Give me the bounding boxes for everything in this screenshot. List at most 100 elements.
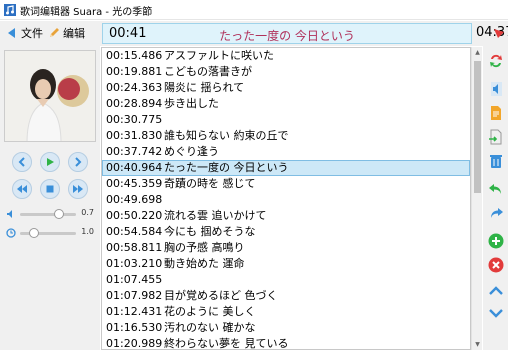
lyric-row[interactable]: 00:28.894 歩き出した (102, 96, 470, 112)
lyric-timestamp: 00:40.964 (106, 161, 163, 174)
lyric-timestamp: 00:54.584 (106, 225, 163, 238)
lyric-row-selected[interactable]: 00:40.964 たった一度の 今日という (102, 160, 470, 176)
swap-arrows-icon (490, 54, 502, 68)
lyric-row[interactable]: 00:54.584 今にも 掴めそうな (102, 224, 470, 240)
lyric-timestamp: 00:50.220 (106, 209, 163, 222)
lyric-text: たった一度の 今日という (164, 161, 289, 174)
close-circle-icon (488, 257, 504, 273)
volume-slider[interactable] (20, 213, 76, 216)
file-menu-label: 文件 (21, 27, 43, 40)
lyric-text: めぐり逢う (164, 145, 219, 158)
lyric-text: こどもの落書きが (164, 65, 252, 78)
document-icon (491, 106, 501, 120)
stop-icon (46, 185, 54, 193)
next-line-button[interactable] (68, 152, 88, 172)
move-up-button[interactable] (487, 282, 505, 300)
trash-icon (490, 155, 502, 168)
lyric-row[interactable]: 01:03.210 動き始めた 運命 (102, 256, 470, 272)
red-flag-icon[interactable] (492, 26, 506, 40)
lyric-text: 流れる雲 追いかけて (164, 209, 267, 222)
toolbar: 文件 编辑 たった一度の 今日という 00:41 04:37 (0, 21, 508, 46)
previous-line-button[interactable] (12, 152, 32, 172)
lyrics-scrollbar[interactable]: ▲ ▼ (471, 47, 482, 350)
lyric-text: 陽炎に 揺られて (164, 81, 245, 94)
speaker-icon (7, 210, 12, 218)
lyric-row[interactable]: 00:31.830 誰も知らない 約束の丘で (102, 128, 470, 144)
scroll-up-arrow-icon[interactable]: ▲ (472, 47, 483, 58)
lyric-row[interactable]: 00:19.881 こどもの落書きが (102, 64, 470, 80)
lyric-row[interactable]: 00:37.742 めぐり逢う (102, 144, 470, 160)
sync-button[interactable] (487, 52, 505, 70)
lyric-row[interactable]: 00:30.775 (102, 112, 470, 128)
lyric-row[interactable]: 00:58.811 胸の予感 高鳴り (102, 240, 470, 256)
lyric-timestamp: 01:20.989 (106, 337, 163, 350)
chevron-right-icon (75, 157, 82, 167)
lyric-row[interactable]: 01:20.989 終わらない夢を 見ている (102, 336, 470, 350)
insert-time-button[interactable] (487, 80, 505, 98)
lyric-text: 動き始めた 運命 (164, 257, 245, 270)
scroll-down-arrow-icon[interactable]: ▼ (472, 339, 483, 350)
album-art-image (5, 51, 95, 141)
lyric-timestamp: 01:03.210 (106, 257, 163, 270)
lyrics-list[interactable]: 00:15.486 アスファルトに咲いた 00:19.881 こどもの落書きが 00:2… (101, 47, 471, 350)
redo-button[interactable] (487, 204, 505, 222)
fast-forward-button[interactable] (68, 179, 88, 199)
lyric-timestamp: 00:15.486 (106, 49, 163, 62)
lyric-row[interactable]: 00:15.486 アスファルトに咲いた (102, 48, 470, 64)
lyric-row[interactable]: 00:50.220 流れる雲 追いかけて (102, 208, 470, 224)
document-import-icon (489, 129, 502, 145)
undo-icon (489, 184, 501, 194)
rewind-button[interactable] (12, 179, 32, 199)
window-title: 歌词编辑器 Suara - 光の季節 (20, 7, 153, 18)
undo-button[interactable] (487, 180, 505, 198)
lyric-timestamp: 01:12.431 (106, 305, 163, 318)
clock-icon (6, 228, 16, 238)
app-music-icon (4, 4, 16, 16)
rewind-icon (17, 185, 27, 193)
stop-button[interactable] (40, 179, 60, 199)
lyric-row[interactable]: 00:24.363 陽炎に 揺られて (102, 80, 470, 96)
lyric-row[interactable]: 00:49.698 (102, 192, 470, 208)
play-icon (47, 158, 54, 166)
lyric-text: 誰も知らない 約束の丘で (164, 129, 289, 142)
arrow-left-icon (8, 28, 15, 38)
lyric-row[interactable]: 00:45.359 奇蹟の時を 感じて (102, 176, 470, 192)
lyric-timestamp: 01:07.455 (106, 273, 163, 286)
lyric-text: 花のように 美しく (164, 305, 256, 318)
lyric-row[interactable]: 01:07.455 (102, 272, 470, 288)
lyric-timestamp: 00:49.698 (106, 193, 163, 206)
import-button[interactable] (487, 128, 505, 146)
document-button[interactable] (487, 104, 505, 122)
lyric-text: 目が覚めるほど 色づく (164, 289, 278, 302)
speed-slider-handle[interactable] (29, 228, 39, 238)
lyric-timestamp: 00:45.359 (106, 177, 163, 190)
chevron-down-icon (489, 309, 503, 318)
lyric-text: 歩き出した (164, 97, 219, 110)
volume-slider-handle[interactable] (54, 209, 65, 219)
edit-menu[interactable]: 编辑 (48, 25, 85, 41)
volume-value: 0.7 (81, 208, 94, 217)
edit-menu-label: 编辑 (63, 27, 85, 40)
lyric-row[interactable]: 01:12.431 花のように 美しく (102, 304, 470, 320)
play-button[interactable] (40, 152, 60, 172)
lyric-text: 奇蹟の時を 感じて (164, 177, 256, 190)
lyric-text: 胸の予感 高鳴り (164, 241, 245, 254)
lyric-text: アスファルトに咲いた (164, 49, 274, 62)
current-time: 00:41 (109, 26, 147, 41)
lyric-timestamp: 00:28.894 (106, 97, 163, 110)
current-lyric: たった一度の 今日という (219, 29, 355, 43)
lyric-row[interactable]: 01:16.530 汚れのない 確かな (102, 320, 470, 336)
move-down-button[interactable] (487, 304, 505, 322)
remove-line-button[interactable] (487, 256, 505, 274)
lyric-timestamp: 01:07.982 (106, 289, 163, 302)
delete-button[interactable] (487, 152, 505, 170)
lyric-row[interactable]: 01:07.982 目が覚めるほど 色づく (102, 288, 470, 304)
file-menu[interactable]: 文件 (6, 25, 43, 41)
speaker-tag-icon (491, 82, 502, 96)
now-playing-bar: たった一度の 今日という 00:41 (102, 23, 472, 44)
add-line-button[interactable] (487, 232, 505, 250)
scrollbar-thumb[interactable] (474, 61, 481, 193)
chevron-left-icon (18, 157, 25, 167)
lyric-timestamp: 00:31.830 (106, 129, 163, 142)
speed-value: 1.0 (81, 227, 94, 236)
